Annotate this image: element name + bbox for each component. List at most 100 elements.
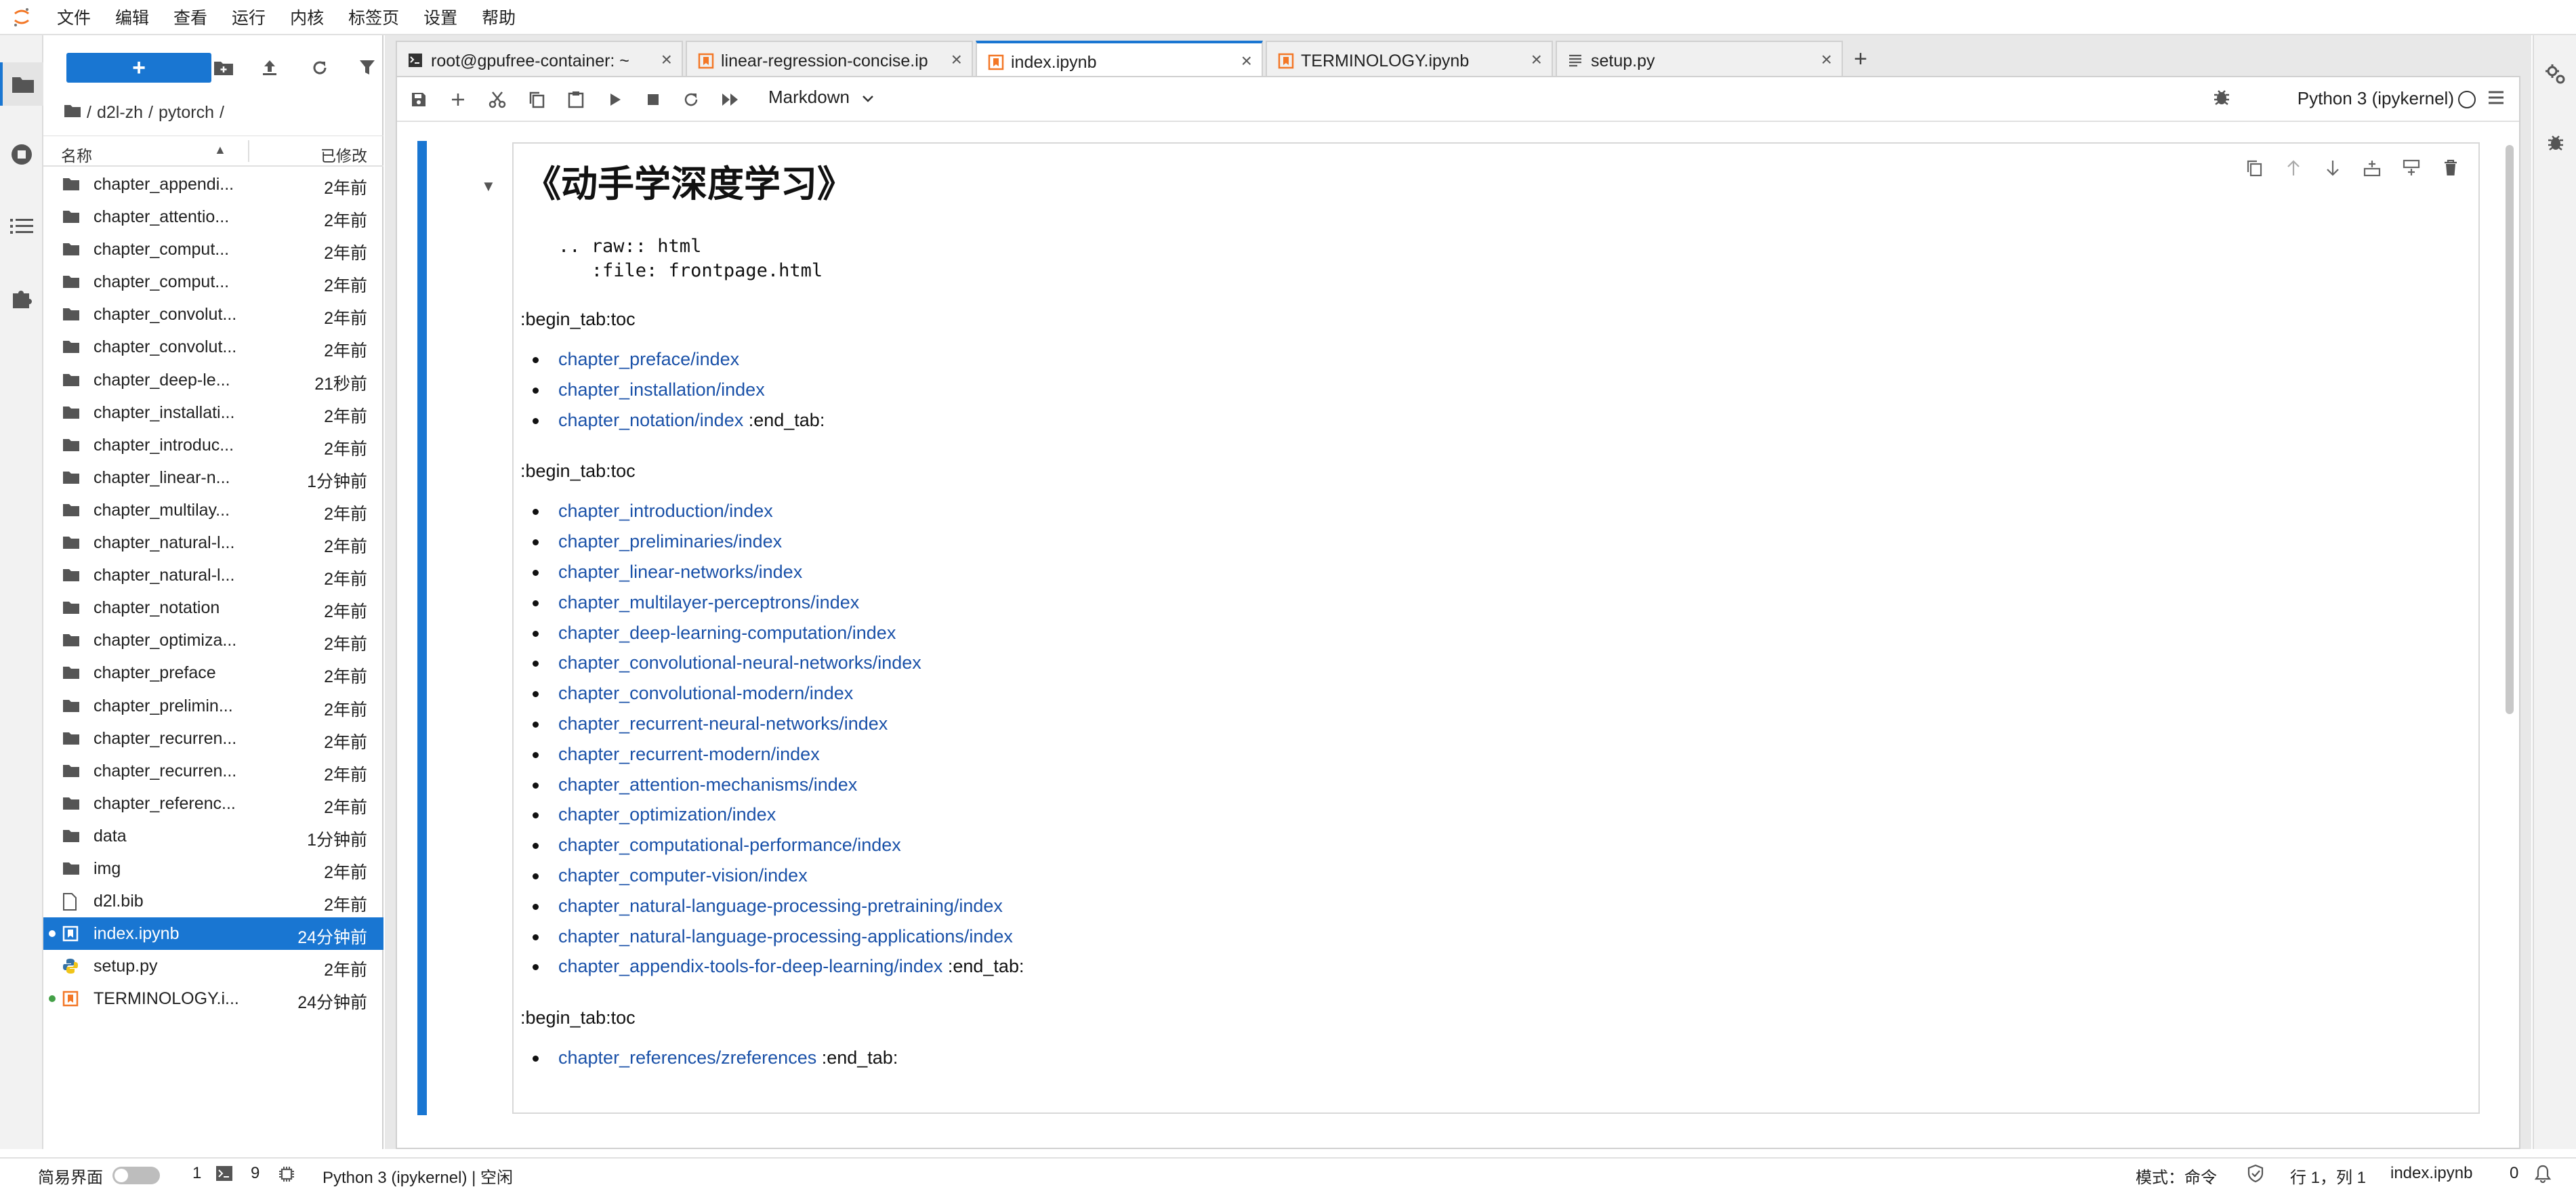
paste-icon[interactable] bbox=[561, 85, 591, 114]
close-icon[interactable]: × bbox=[1821, 49, 1832, 70]
interrupt-icon[interactable] bbox=[638, 85, 668, 114]
column-name-header[interactable]: 名称 bbox=[61, 143, 92, 166]
column-divider[interactable] bbox=[248, 140, 249, 162]
file-row[interactable]: chapter_preface 2年前 bbox=[43, 657, 383, 689]
new-launcher-button[interactable]: + bbox=[66, 53, 211, 83]
new-folder-icon[interactable] bbox=[209, 53, 238, 83]
delete-cell-trash-icon[interactable] bbox=[2431, 154, 2470, 182]
file-browser-folder-icon[interactable] bbox=[0, 62, 43, 106]
file-row[interactable]: img 2年前 bbox=[43, 852, 383, 885]
copy-icon[interactable] bbox=[522, 85, 552, 114]
restart-icon[interactable] bbox=[676, 85, 706, 114]
menu-item[interactable]: 查看 bbox=[173, 5, 207, 29]
file-row[interactable]: chapter_prelimin... 2年前 bbox=[43, 690, 383, 722]
debugger-bug-icon[interactable] bbox=[2534, 121, 2576, 164]
tab[interactable]: TERMINOLOGY.ipynb × bbox=[1266, 41, 1553, 77]
markdown-cell[interactable]: 《动手学深度学习》 .. raw:: html :file: frontpage… bbox=[512, 142, 2480, 1114]
menu-item[interactable]: 文件 bbox=[57, 5, 91, 29]
notification-count[interactable]: 0 bbox=[2510, 1164, 2518, 1183]
toc-link[interactable]: chapter_convolutional-neural-networks/in… bbox=[558, 652, 921, 673]
collapse-heading-caret-icon[interactable]: ▼ bbox=[481, 178, 496, 195]
file-row[interactable]: index.ipynb 24分钟前 bbox=[43, 917, 383, 951]
toc-link[interactable]: chapter_optimization/index bbox=[558, 804, 776, 825]
file-row[interactable]: chapter_notation 2年前 bbox=[43, 591, 383, 624]
toc-link[interactable]: chapter_computer-vision/index bbox=[558, 865, 808, 886]
file-row[interactable]: data 1分钟前 bbox=[43, 820, 383, 852]
toc-link[interactable]: chapter_references/zreferences bbox=[558, 1047, 816, 1068]
shield-check-icon[interactable] bbox=[2247, 1164, 2264, 1187]
tab[interactable]: index.ipynb × bbox=[976, 41, 1263, 79]
file-row[interactable]: setup.py 2年前 bbox=[43, 950, 383, 982]
close-icon[interactable]: × bbox=[951, 49, 962, 70]
run-icon[interactable] bbox=[600, 85, 630, 114]
file-row[interactable]: chapter_installati... 2年前 bbox=[43, 396, 383, 429]
kernel-status-text[interactable]: Python 3 (ipykernel) | 空闲 bbox=[323, 1164, 513, 1187]
terminal-count[interactable]: 1 bbox=[192, 1164, 201, 1183]
file-row[interactable]: chapter_introduc... 2年前 bbox=[43, 429, 383, 461]
vertical-scrollbar[interactable] bbox=[2506, 145, 2514, 714]
file-row[interactable]: chapter_deep-le... 21秒前 bbox=[43, 364, 383, 396]
file-row[interactable]: TERMINOLOGY.i... 24分钟前 bbox=[43, 982, 383, 1015]
notification-bell-icon[interactable] bbox=[2534, 1164, 2552, 1187]
refresh-icon[interactable] bbox=[305, 53, 335, 83]
toc-link[interactable]: chapter_computational-performance/index bbox=[558, 835, 901, 855]
menu-icon[interactable] bbox=[2485, 87, 2510, 111]
upload-icon[interactable] bbox=[255, 53, 285, 83]
kernel-count[interactable]: 9 bbox=[251, 1164, 259, 1183]
cursor-position[interactable]: 行 1，列 1 bbox=[2290, 1164, 2366, 1187]
toc-link[interactable]: chapter_appendix-tools-for-deep-learning… bbox=[558, 956, 942, 976]
breadcrumb-pytorch[interactable]: pytorch bbox=[159, 103, 214, 123]
file-row[interactable]: chapter_natural-l... 2年前 bbox=[43, 559, 383, 591]
toc-link[interactable]: chapter_preliminaries/index bbox=[558, 531, 782, 551]
file-row[interactable]: chapter_comput... 2年前 bbox=[43, 233, 383, 266]
tab[interactable]: root@gpufree-container: ~ × bbox=[396, 41, 683, 77]
sort-ascending-icon[interactable]: ▲ bbox=[214, 143, 226, 157]
toc-link[interactable]: chapter_natural-language-processing-pret… bbox=[558, 896, 1003, 916]
menu-item[interactable]: 标签页 bbox=[348, 5, 399, 29]
file-row[interactable]: chapter_appendi... 2年前 bbox=[43, 168, 383, 201]
toc-link[interactable]: chapter_installation/index bbox=[558, 379, 765, 400]
menu-item[interactable]: 运行 bbox=[232, 5, 266, 29]
new-tab-plus-icon[interactable]: + bbox=[1846, 45, 1875, 73]
tab[interactable]: linear-regression-concise.ip × bbox=[686, 41, 973, 77]
filter-icon[interactable] bbox=[352, 53, 382, 83]
toc-link[interactable]: chapter_natural-language-processing-appl… bbox=[558, 926, 1013, 946]
file-row[interactable]: chapter_convolut... 2年前 bbox=[43, 298, 383, 331]
extensions-puzzle-icon[interactable] bbox=[0, 276, 43, 320]
menu-item[interactable]: 设置 bbox=[423, 5, 457, 29]
file-row[interactable]: chapter_attentio... 2年前 bbox=[43, 201, 383, 233]
toc-link[interactable]: chapter_attention-mechanisms/index bbox=[558, 774, 857, 795]
cell-type-dropdown[interactable]: Markdown bbox=[768, 87, 874, 108]
close-icon[interactable]: × bbox=[661, 49, 672, 70]
menu-item[interactable]: 编辑 bbox=[115, 5, 149, 29]
kernel-name-button[interactable]: Python 3 (ipykernel) bbox=[2298, 88, 2454, 109]
menu-item[interactable]: 内核 bbox=[290, 5, 324, 29]
debugger-bug-icon[interactable] bbox=[2211, 87, 2236, 111]
file-row[interactable]: chapter_referenc... 2年前 bbox=[43, 787, 383, 820]
table-of-contents-icon[interactable] bbox=[0, 205, 43, 248]
close-icon[interactable]: × bbox=[1241, 50, 1252, 72]
toc-link[interactable]: chapter_introduction/index bbox=[558, 501, 773, 521]
simple-mode-toggle[interactable] bbox=[112, 1167, 160, 1184]
toc-link[interactable]: chapter_notation/index bbox=[558, 410, 743, 430]
tab[interactable]: setup.py × bbox=[1556, 41, 1843, 77]
file-row[interactable]: chapter_comput... 2年前 bbox=[43, 266, 383, 298]
menu-item[interactable]: 帮助 bbox=[482, 5, 516, 29]
add-cell-icon[interactable] bbox=[443, 85, 473, 114]
running-kernels-icon[interactable] bbox=[0, 133, 43, 176]
toc-link[interactable]: chapter_recurrent-modern/index bbox=[558, 744, 820, 764]
file-row[interactable]: chapter_optimiza... 2年前 bbox=[43, 624, 383, 657]
file-row[interactable]: chapter_natural-l... 2年前 bbox=[43, 526, 383, 559]
file-row[interactable]: chapter_recurren... 2年前 bbox=[43, 755, 383, 787]
cut-icon[interactable] bbox=[482, 85, 512, 114]
toc-link[interactable]: chapter_multilayer-perceptrons/index bbox=[558, 592, 859, 612]
toc-link[interactable]: chapter_convolutional-modern/index bbox=[558, 683, 853, 703]
breadcrumb-root[interactable]: / bbox=[87, 103, 91, 123]
file-row[interactable]: chapter_linear-n... 1分钟前 bbox=[43, 461, 383, 494]
restart-run-all-icon[interactable] bbox=[715, 85, 745, 114]
file-row[interactable]: d2l.bib 2年前 bbox=[43, 885, 383, 917]
property-inspector-gears-icon[interactable] bbox=[2534, 53, 2576, 96]
breadcrumb-d2l-zh[interactable]: d2l-zh bbox=[97, 103, 143, 123]
file-row[interactable]: chapter_convolut... 2年前 bbox=[43, 331, 383, 363]
file-row[interactable]: chapter_multilay... 2年前 bbox=[43, 494, 383, 526]
